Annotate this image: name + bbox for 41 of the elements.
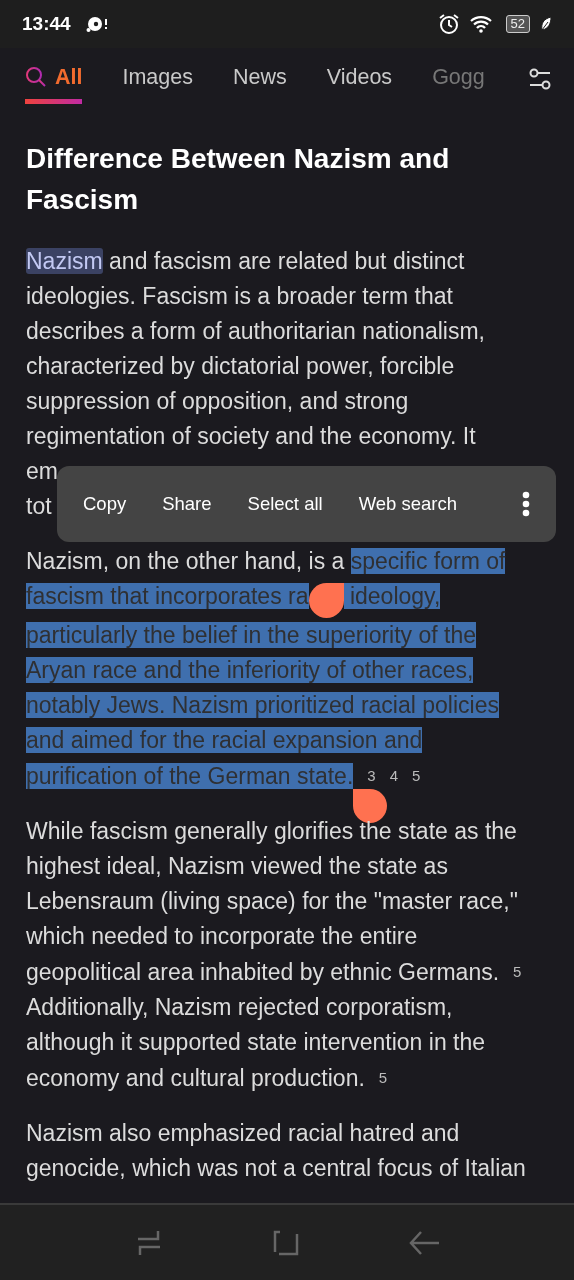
search-tab[interactable]: All bbox=[25, 54, 83, 104]
paragraph: While fascism generally glorifies the state as the highest ideal, Nazism viewed the state as Lebensraum (living space) for the "master race," which needed to incorporate the entire geopolitical area inhabited by ethnic Germans. $^{5}$ Additionally, Nazism rejected corporatism, although it supported state intervention in the economy and cultural production. $^{5}$ bbox=[26, 817, 523, 1093]
selected-text: and aimed for the racial expansion and bbox=[26, 727, 423, 753]
selection-handle[interactable] bbox=[308, 583, 344, 618]
tab[interactable]: Gogg bbox=[432, 54, 493, 104]
article-title: Difference Between Nazism and Fascism bbox=[26, 142, 451, 217]
citation-number[interactable]: 3 bbox=[367, 767, 376, 784]
selected-text: particularly the belief in the superiority of the bbox=[26, 622, 477, 648]
battery-level: 52 bbox=[505, 15, 530, 33]
text-fragment: em bbox=[26, 457, 58, 486]
more-icon[interactable] bbox=[522, 491, 530, 517]
citation-number[interactable]: 5 bbox=[513, 963, 522, 980]
menu-item[interactable]: Copy bbox=[83, 493, 127, 515]
selection-handle[interactable] bbox=[353, 789, 388, 823]
selected-text: purification of the German state. bbox=[26, 763, 354, 789]
citation-number[interactable]: 5 bbox=[378, 1069, 388, 1086]
recents-icon[interactable] bbox=[135, 1228, 163, 1257]
selected-text: fascism that incorporates ra bbox=[26, 583, 309, 609]
selected-text: Aryan race and the inferiority of other races, bbox=[26, 657, 474, 683]
back-icon[interactable] bbox=[409, 1229, 439, 1256]
wifi-icon bbox=[469, 15, 492, 33]
tab[interactable]: Images bbox=[122, 54, 193, 104]
paragraph: Nazism also emphasized racial hatred and genocide, which was not a central focus of Italian bbox=[26, 1119, 527, 1183]
tab[interactable]: Videos bbox=[326, 54, 393, 104]
search-icon bbox=[25, 66, 47, 88]
filter-icon[interactable] bbox=[528, 67, 552, 91]
citation-number[interactable]: 5 bbox=[411, 767, 421, 784]
text-fragment: tot bbox=[26, 492, 52, 521]
alarm-icon bbox=[437, 13, 460, 35]
selected-text: ideology, bbox=[343, 583, 441, 609]
home-icon[interactable] bbox=[273, 1229, 299, 1256]
menu-item[interactable]: Select all bbox=[247, 493, 323, 515]
citation-number[interactable]: 4 bbox=[389, 767, 398, 784]
menu-item[interactable]: Web search bbox=[358, 493, 458, 515]
selected-text: notably Jews. Nazism prioritized racial policies bbox=[26, 692, 499, 718]
highlighted-word: Nazism bbox=[26, 248, 103, 274]
clock-time: 13:44 bbox=[22, 13, 71, 35]
notification-icon bbox=[84, 14, 109, 34]
menu-item[interactable]: Share bbox=[162, 493, 212, 515]
tab[interactable]: News bbox=[233, 54, 287, 104]
leaf-icon bbox=[540, 16, 552, 32]
